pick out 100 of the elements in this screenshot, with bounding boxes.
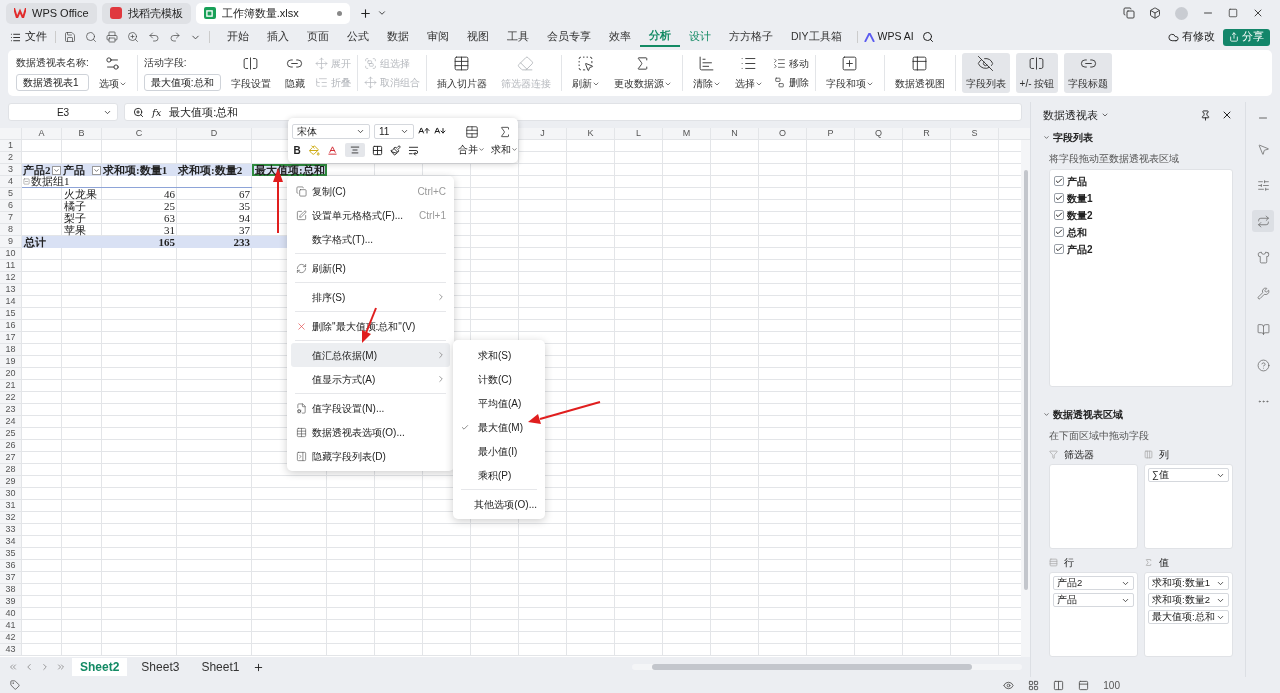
row-header[interactable]: 40 [0,608,22,620]
horizontal-scrollbar[interactable] [632,664,1022,670]
search-icon[interactable] [921,31,934,43]
ribbon-button[interactable]: 刷新 [567,53,604,93]
status-icon[interactable] [10,680,20,690]
row-header[interactable]: 2 [0,152,22,164]
row-header[interactable]: 34 [0,536,22,548]
align-button[interactable] [345,143,365,157]
row-header[interactable]: 19 [0,356,22,368]
row-header[interactable]: 21 [0,380,22,392]
field-chip[interactable]: ∑值 [1148,468,1229,482]
collapse-icon[interactable] [23,178,30,185]
formula-content[interactable]: 最大值项:总和 [169,103,239,121]
row-header[interactable]: 3 [0,164,22,176]
share-button[interactable]: 分享 [1223,28,1270,46]
toolbar-icon[interactable] [85,31,97,43]
ribbon-button[interactable]: 字段列表 [961,53,1010,93]
normal-view-icon[interactable] [1028,679,1040,691]
row-header[interactable]: 39 [0,596,22,608]
row-header[interactable]: 1 [0,140,22,152]
checkbox[interactable] [1054,244,1064,254]
ribbon-button[interactable]: 插入切片器 [432,53,491,93]
drop-area[interactable]: 产品2 产品 [1049,572,1138,657]
file-menu-button[interactable]: 文件 [10,29,47,45]
column-header[interactable]: R [903,128,951,139]
toolbar-icon[interactable] [148,31,160,43]
ribbon-button[interactable]: 删除 [772,74,809,91]
row-header[interactable]: 33 [0,524,22,536]
row-header[interactable]: 14 [0,296,22,308]
maximize-icon[interactable] [1228,8,1238,18]
table-header-cell[interactable]: 产品 [62,164,102,176]
ribbon-button[interactable]: 移动 [772,55,809,72]
ribbon-tab[interactable]: 公式 [338,27,378,47]
menu-item[interactable]: 复制(C) Ctrl+C [291,179,450,203]
menu-item[interactable]: 值显示方式(A) [291,367,450,391]
decrease-font-icon[interactable] [434,125,446,137]
menu-item[interactable]: 其他选项(O)... [457,492,541,516]
row-header[interactable]: 35 [0,548,22,560]
menu-item[interactable]: 平均值(A) [457,391,541,415]
borders-icon[interactable] [372,144,383,156]
wrap-text-icon[interactable] [408,144,419,156]
row-header[interactable]: 37 [0,572,22,584]
ribbon-tab[interactable]: 设计 [680,27,720,47]
ribbon-button[interactable]: 字段设置 [226,53,275,93]
filter-dropdown-icon[interactable] [52,165,61,175]
field-chip[interactable]: 求和项:数量2 [1148,593,1229,607]
column-header[interactable]: Q [855,128,903,139]
format-painter-icon[interactable] [390,144,401,156]
row-header[interactable]: 11 [0,260,22,272]
ribbon-tab[interactable]: 插入 [258,27,298,47]
row-header[interactable]: 15 [0,308,22,320]
document-tab[interactable]: 工作簿数量.xlsx [195,2,350,24]
column-header[interactable]: L [615,128,663,139]
menu-item[interactable]: 求和(S) [457,343,541,367]
ribbon-button[interactable]: 清除 [688,53,725,93]
pin-icon[interactable] [1200,109,1211,121]
row-header[interactable]: 36 [0,560,22,572]
row-header[interactable]: 20 [0,368,22,380]
document-tab[interactable]: 找稻壳模板 [101,2,191,24]
ribbon-button[interactable]: 选项 [94,53,131,93]
field-chip[interactable]: 求和项:数量1 [1148,576,1229,590]
font-select[interactable]: 宋体 [292,123,370,139]
menu-item[interactable]: 值字段设置(N)... [291,396,450,420]
row-header[interactable]: 23 [0,404,22,416]
row-header[interactable]: 6 [0,200,22,212]
table-header-cell[interactable]: 产品2 [22,164,62,176]
zoom-level[interactable]: 100 [1103,677,1120,693]
row-header[interactable]: 22 [0,392,22,404]
checkbox[interactable] [1054,193,1064,203]
sheet-tab[interactable]: Sheet3 [133,658,188,676]
filter-dropdown-icon[interactable] [92,165,101,175]
toolbar-icon[interactable] [64,31,76,43]
row-header[interactable]: 27 [0,452,22,464]
row-header[interactable]: 16 [0,320,22,332]
column-header[interactable]: K [567,128,615,139]
fill-color-icon[interactable] [309,144,320,156]
wps-ai-button[interactable]: WPS AI [863,29,914,45]
row-header[interactable]: 42 [0,632,22,644]
ribbon-button[interactable]: 字段标题 [1064,53,1113,93]
column-header[interactable]: D [177,128,252,139]
menu-item[interactable]: 数字格式(T)... [291,227,450,251]
toolbar-icon[interactable] [169,31,181,43]
panel-title[interactable]: 数据透视表 [1043,106,1109,124]
row-header[interactable]: 4 [0,176,22,188]
column-header[interactable]: S [951,128,999,139]
menu-item[interactable]: 设置单元格格式(F)... Ctrl+1 [291,203,450,227]
column-header[interactable]: P [807,128,855,139]
collapse-caret-icon[interactable] [1043,411,1050,418]
row-header[interactable]: 30 [0,488,22,500]
column-header[interactable]: J [519,128,567,139]
caret-icon[interactable] [376,8,387,18]
ribbon-tab[interactable]: DIY工具箱 [782,27,851,47]
font-size-select[interactable]: 11 [374,123,414,139]
name-box[interactable]: E3 [8,103,118,121]
column-header[interactable]: B [62,128,102,139]
add-sheet-icon[interactable] [253,661,265,673]
row-header[interactable]: 9 [0,236,22,248]
menu-item[interactable]: 计数(C) [457,367,541,391]
function-button[interactable]: fx [152,104,162,120]
zoom-icon[interactable] [133,106,144,118]
